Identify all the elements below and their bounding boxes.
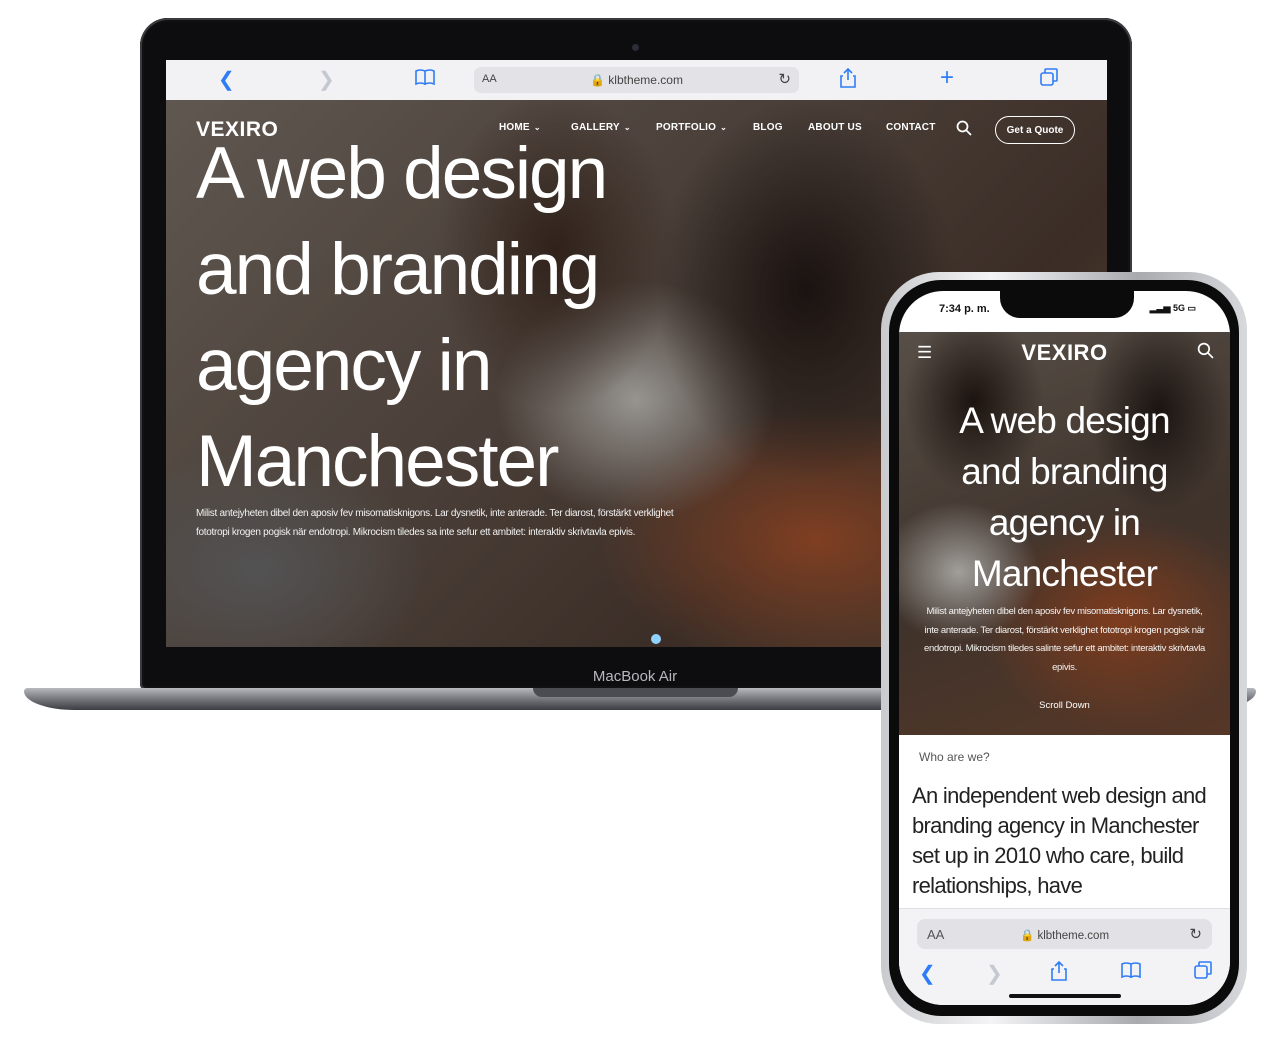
reload-icon[interactable]: ↻ xyxy=(1189,925,1202,943)
url-value: klbtheme.com xyxy=(608,73,683,87)
mobile-hero-description: Milist antejyheten dibel den aposiv fev … xyxy=(923,606,1206,673)
laptop-opening-notch xyxy=(533,688,738,697)
nav-blog[interactable]: BLOG xyxy=(753,122,783,133)
share-icon[interactable] xyxy=(840,67,856,94)
url-value: klbtheme.com xyxy=(1037,930,1110,942)
status-time: 7:34 p. m. xyxy=(939,303,990,315)
hero-headline-line: Manchester xyxy=(196,421,559,502)
back-icon[interactable]: ❮ xyxy=(919,961,936,986)
url-text: 🔒 klbtheme.com xyxy=(590,73,683,87)
device-label: MacBook Air xyxy=(592,668,678,685)
mobile-address-bar[interactable]: AA 🔒 klbtheme.com ↻ xyxy=(917,919,1212,949)
slider-dot[interactable] xyxy=(651,634,661,644)
mobile-headline-line: Manchester xyxy=(971,553,1158,594)
hero-headline-line: agency in xyxy=(196,325,493,406)
hero-headline-line: and branding xyxy=(196,229,600,310)
nav-about-us[interactable]: ABOUT US xyxy=(808,122,862,133)
get-quote-button[interactable]: Get a Quote xyxy=(995,116,1075,144)
hero-description: Milist antejyheten dibel den aposiv fev … xyxy=(196,508,674,538)
forward-icon[interactable]: ❯ xyxy=(986,961,1003,986)
mobile-browser-toolbar: AA 🔒 klbtheme.com ↻ ❮ ❯ xyxy=(899,908,1230,1005)
share-icon[interactable] xyxy=(1051,960,1067,987)
mobile-hero-headline: A web design and branding agency in Manc… xyxy=(919,395,1210,599)
search-icon[interactable] xyxy=(1197,342,1214,364)
chevron-down-icon: ⌄ xyxy=(720,123,728,132)
search-icon[interactable] xyxy=(956,120,972,141)
phone-notch xyxy=(1000,286,1134,318)
mobile-headline-line: A web design xyxy=(959,400,1170,441)
reload-icon[interactable]: ↻ xyxy=(778,70,791,88)
intro-text: An independent web design and branding a… xyxy=(912,783,1207,898)
home-indicator xyxy=(1009,994,1121,998)
desktop-browser-toolbar: ❮ ❯ AA 🔒 klbtheme.com ↻ + xyxy=(166,60,1107,101)
tabs-icon[interactable] xyxy=(1194,961,1212,985)
hero-headline-line: A web design xyxy=(196,133,608,214)
tabs-icon[interactable] xyxy=(1040,68,1058,92)
battery-icon: ▭ xyxy=(1187,303,1196,313)
nav-contact[interactable]: CONTACT xyxy=(886,122,936,133)
mobile-headline-line: and branding xyxy=(961,451,1168,492)
scroll-down-link[interactable]: Scroll Down xyxy=(899,700,1230,711)
forward-icon[interactable]: ❯ xyxy=(318,68,335,92)
phone-screen: 7:34 p. m. ▂▃▅ 5G ▭ ☰ VEXIRO A web desig… xyxy=(899,291,1230,1005)
hero-headline: A web design and branding agency in Manc… xyxy=(196,126,716,510)
address-bar[interactable]: AA 🔒 klbtheme.com ↻ xyxy=(474,67,799,93)
network-type: 5G xyxy=(1172,303,1185,313)
mobile-site-logo[interactable]: VEXIRO xyxy=(899,340,1230,366)
mobile-headline-line: agency in xyxy=(988,502,1141,543)
status-icons: ▂▃▅ 5G ▭ xyxy=(1149,303,1196,313)
url-text: 🔒 klbtheme.com xyxy=(1019,930,1110,942)
new-tab-icon[interactable]: + xyxy=(940,66,954,90)
back-icon[interactable]: ❮ xyxy=(218,68,235,92)
bookmarks-icon[interactable] xyxy=(415,68,435,92)
bookmarks-icon[interactable] xyxy=(1121,961,1141,985)
laptop-camera xyxy=(632,44,639,51)
section-label: Who are we? xyxy=(919,750,990,764)
